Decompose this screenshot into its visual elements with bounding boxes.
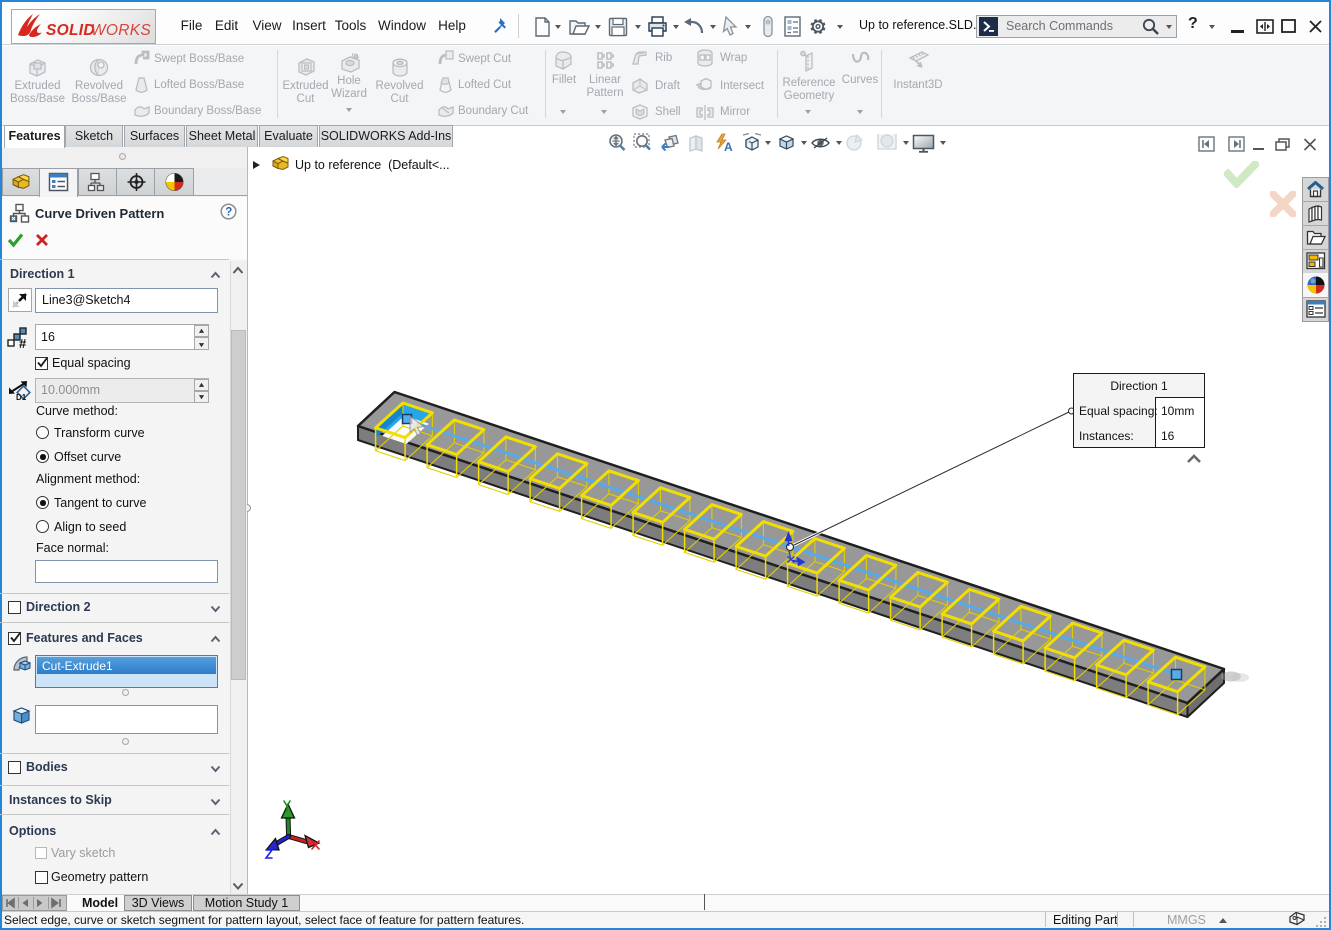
svg-text:D1: D1 <box>16 393 27 402</box>
svg-text:#: # <box>19 336 27 350</box>
svg-text:?: ? <box>225 207 232 219</box>
svg-text:SOLID: SOLID <box>46 22 95 39</box>
svg-text:WORKS: WORKS <box>91 22 151 39</box>
